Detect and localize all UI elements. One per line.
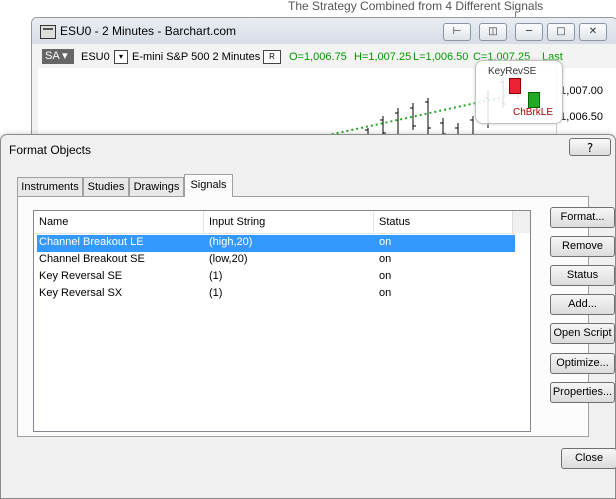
signals-tab-panel: Name Input String Status Channel Breakou… xyxy=(17,196,589,437)
column-header-name[interactable]: Name xyxy=(34,211,204,233)
format-objects-dialog[interactable]: Format Objects ? Instruments Studies Dra… xyxy=(0,134,616,499)
column-header-input-string[interactable]: Input String xyxy=(204,211,374,233)
dialog-title: Format Objects xyxy=(9,143,92,157)
r-dropdown[interactable]: R xyxy=(263,50,281,64)
remove-button[interactable]: Remove xyxy=(550,236,615,257)
link-icon[interactable]: ◫ xyxy=(479,23,507,41)
row-input-string: (high,20) xyxy=(209,236,253,248)
signals-list[interactable]: Name Input String Status Channel Breakou… xyxy=(33,210,531,432)
open-value: O=1,006.75 xyxy=(289,51,347,63)
chart-window[interactable]: ESU0 - 2 Minutes - Barchart.com ⊢ ◫ ─ □ … xyxy=(31,17,616,149)
row-status: on xyxy=(379,236,392,248)
price-label-1: 1,007.00 xyxy=(560,85,603,97)
row-input-string: (low,20) xyxy=(209,253,248,265)
row-status: on xyxy=(379,253,392,265)
instrument-label: E-mini S&P 500 2 Minutes xyxy=(132,51,261,63)
callout-keyrev-label: KeyRevSE xyxy=(488,66,537,77)
format-button[interactable]: Format... xyxy=(550,207,615,228)
tab-studies[interactable]: Studies xyxy=(83,177,129,196)
chart-window-title: ESU0 - 2 Minutes - Barchart.com xyxy=(60,24,237,38)
price-label-2: 1,006.50 xyxy=(560,111,603,123)
buy-arrow-icon xyxy=(528,92,540,108)
add-button[interactable]: Add... xyxy=(550,294,615,315)
chart-window-icon xyxy=(40,25,56,39)
callout-chbrk-label: ChBrkLE xyxy=(513,107,554,118)
sell-arrow-icon xyxy=(509,78,521,94)
caption-text: The Strategy Combined from 4 Different S… xyxy=(288,0,544,13)
table-row[interactable]: Key Reversal SE (1) on xyxy=(37,269,515,286)
row-status: on xyxy=(379,270,392,282)
optimize-button[interactable]: Optimize... xyxy=(550,353,615,374)
open-script-button[interactable]: Open Script xyxy=(550,323,615,344)
row-name: Key Reversal SE xyxy=(39,270,123,282)
help-button[interactable]: ? xyxy=(569,138,611,156)
column-header-status[interactable]: Status xyxy=(374,211,515,233)
maximize-button[interactable]: □ xyxy=(547,23,575,41)
row-input-string: (1) xyxy=(209,287,223,299)
sa-label: SA xyxy=(45,50,60,62)
r-label: R xyxy=(269,52,275,61)
row-name: Channel Breakout LE xyxy=(39,236,144,248)
table-row[interactable]: Channel Breakout SE (low,20) on xyxy=(37,252,515,269)
properties-button[interactable]: Properties... xyxy=(550,382,615,403)
table-row[interactable]: Channel Breakout LE (high,20) on xyxy=(37,235,515,252)
table-row[interactable]: Key Reversal SX (1) on xyxy=(37,286,515,303)
list-header: Name Input String Status xyxy=(34,211,515,234)
low-value: L=1,006.50 xyxy=(413,51,469,63)
row-name: Channel Breakout SE xyxy=(39,253,145,265)
sa-dropdown[interactable]: SA ▾ xyxy=(42,49,74,64)
close-window-button[interactable]: ✕ xyxy=(579,23,607,41)
list-scroll-corner xyxy=(512,211,530,233)
high-value: H=1,007.25 xyxy=(354,51,412,63)
signals-callout: KeyRevSE ChBrkLE xyxy=(475,60,563,124)
tab-drawings[interactable]: Drawings xyxy=(129,177,184,196)
close-button[interactable]: Close xyxy=(561,448,616,469)
symbol-dropdown-icon[interactable]: ▾ xyxy=(114,50,128,64)
row-input-string: (1) xyxy=(209,270,223,282)
symbol-label: ESU0 xyxy=(81,51,110,63)
pin-icon[interactable]: ⊢ xyxy=(443,23,471,41)
minimize-button[interactable]: ─ xyxy=(515,23,543,41)
row-status: on xyxy=(379,287,392,299)
row-name: Key Reversal SX xyxy=(39,287,123,299)
tab-instruments[interactable]: Instruments xyxy=(17,177,83,196)
chart-title-bar[interactable]: ESU0 - 2 Minutes - Barchart.com ⊢ ◫ ─ □ … xyxy=(32,18,616,44)
status-button[interactable]: Status xyxy=(550,265,615,286)
tab-signals[interactable]: Signals xyxy=(184,174,233,197)
